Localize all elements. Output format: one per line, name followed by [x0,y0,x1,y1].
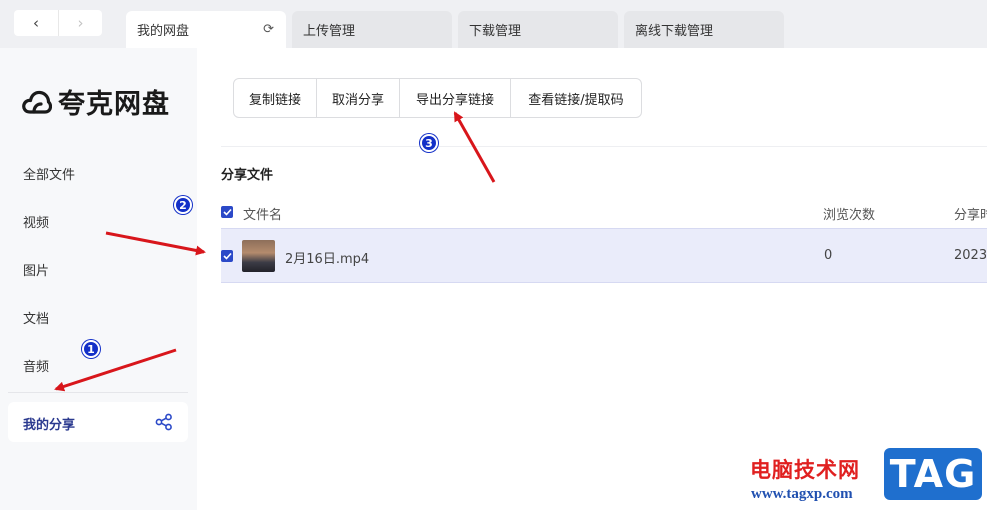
checkmark-icon [222,252,232,260]
select-all-checkbox[interactable] [221,206,233,218]
export-share-link-button[interactable]: 导出分享链接 [400,79,511,117]
sidebar-item-video[interactable]: 视频 [23,212,49,231]
view-link-code-button[interactable]: 查看链接/提取码 [511,79,641,117]
sidebar-divider [8,392,188,393]
section-title: 分享文件 [221,168,274,183]
brand-logo: 夸克网盘 [22,82,170,121]
tab-bar: ‹ › 我的网盘 ⟳ 上传管理 下载管理 离线下载管理 [0,0,987,48]
back-button[interactable]: ‹ [14,10,58,36]
column-header-share-time[interactable]: 分享时 [954,204,987,223]
column-header-views[interactable]: 浏览次数 [823,204,875,223]
sidebar-item-images[interactable]: 图片 [23,260,49,279]
annotation-arrow-3 [453,111,496,183]
annotation-marker-1: 1 [82,340,100,358]
share-toolbar: 复制链接 取消分享 导出分享链接 查看链接/提取码 [233,78,642,118]
nav-buttons: ‹ › [14,10,102,36]
share-icon [155,413,172,431]
column-header-name[interactable]: 文件名 [243,204,282,223]
cloud-logo-icon [22,90,52,114]
tab-offline-download-manager[interactable]: 离线下载管理 [624,11,784,48]
watermark-url: www.tagxp.com [751,486,853,502]
divider [221,146,987,147]
refresh-icon[interactable]: ⟳ [263,22,274,37]
sidebar-item-all-files[interactable]: 全部文件 [23,164,75,183]
checkmark-icon [222,208,232,216]
tab-label: 我的网盘 [137,24,190,39]
share-time: 2023- [954,248,987,263]
tab-label: 上传管理 [303,24,356,39]
forward-button[interactable]: › [58,10,102,36]
sidebar-item-documents[interactable]: 文档 [23,308,49,327]
tab-label: 下载管理 [469,24,522,39]
tab-label: 离线下载管理 [635,24,714,39]
row-checkbox[interactable] [221,250,233,262]
file-name[interactable]: 2月16日.mp4 [285,248,369,267]
watermark-site-name: 电脑技术网 [750,458,860,482]
watermark-badge: TAG [884,448,982,500]
brand-name: 夸克网盘 [58,89,170,120]
sidebar-item-audio[interactable]: 音频 [23,356,49,375]
sidebar-item-my-shares[interactable]: 我的分享 [8,402,188,442]
cancel-share-button[interactable]: 取消分享 [317,79,400,117]
sidebar-item-label: 我的分享 [23,418,76,433]
tab-upload-manager[interactable]: 上传管理 [292,11,452,48]
video-thumbnail [242,240,275,272]
annotation-marker-3: 3 [420,134,438,152]
tab-my-drive[interactable]: 我的网盘 ⟳ [126,11,286,48]
table-row[interactable]: 2月16日.mp4 0 2023- [221,228,987,283]
copy-link-button[interactable]: 复制链接 [234,79,317,117]
tab-download-manager[interactable]: 下载管理 [458,11,618,48]
view-count: 0 [824,248,833,263]
annotation-marker-2: 2 [174,196,192,214]
sidebar: 夸克网盘 全部文件 视频 图片 文档 音频 我的分享 [0,48,197,510]
